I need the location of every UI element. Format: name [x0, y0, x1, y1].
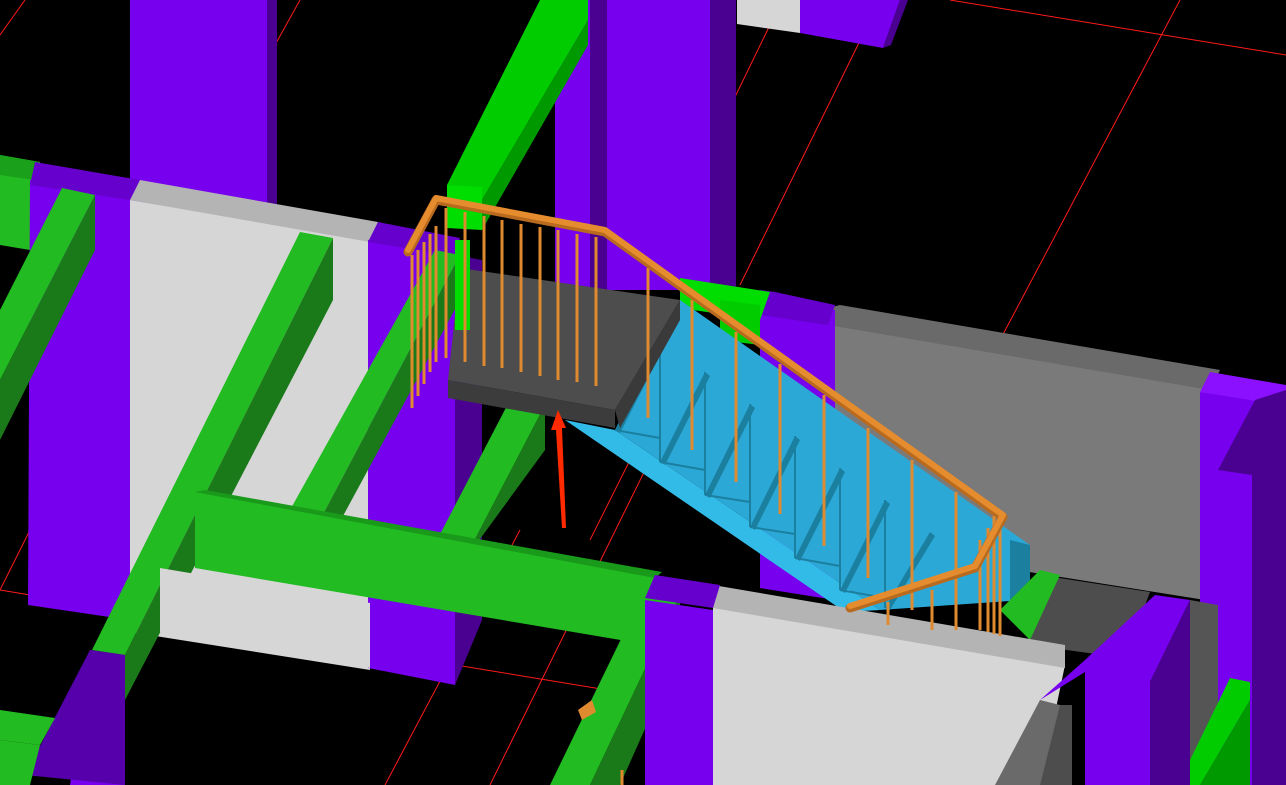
3d-model-viewport[interactable]	[0, 0, 1286, 785]
red-arrow-marker	[551, 410, 566, 528]
column-front-center	[645, 575, 720, 785]
column-bottom-left	[0, 650, 125, 785]
model-canvas[interactable]	[0, 0, 1286, 785]
